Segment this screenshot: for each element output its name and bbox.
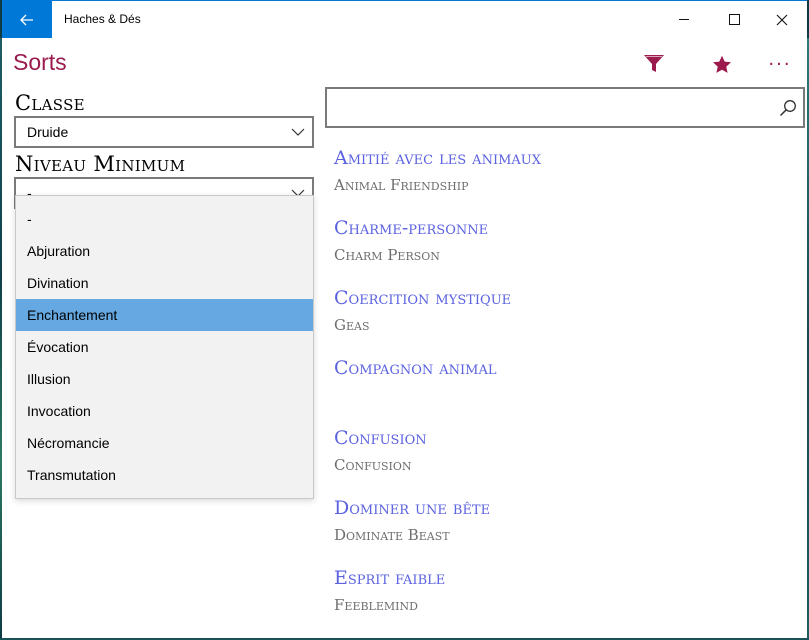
spell-item[interactable]: Dominer une bête Dominate Beast: [334, 494, 799, 564]
classe-label: Classe: [15, 91, 85, 115]
search-icon[interactable]: [779, 99, 797, 117]
spell-name: Dominer une bête: [334, 497, 491, 519]
spell-english-name: Animal Friendship: [334, 176, 469, 194]
dropdown-option-selected[interactable]: Enchantement: [16, 299, 313, 331]
filter-icon: [644, 55, 664, 72]
spell-item[interactable]: Confusion Confusion: [334, 424, 799, 494]
minimize-icon: [678, 19, 689, 20]
niveau-label: Niveau Minimum: [15, 152, 186, 176]
more-icon: ···: [768, 53, 792, 75]
search-input[interactable]: [325, 87, 805, 128]
star-icon: [713, 55, 731, 73]
app-title: Haches & Dés: [64, 12, 141, 26]
spell-name: Compagnon animal: [334, 357, 497, 379]
minimize-button[interactable]: [661, 1, 707, 38]
spell-english-name: Feeblemind: [334, 596, 418, 614]
maximize-icon: [728, 14, 740, 25]
spell-item[interactable]: Coercition mystique Geas: [334, 284, 799, 354]
spell-name: Coercition mystique: [334, 287, 512, 309]
spell-name: Amitié avec les animaux: [334, 147, 541, 169]
favorites-button[interactable]: [707, 49, 737, 79]
dropdown-option[interactable]: -: [16, 203, 313, 235]
spell-english-name: Confusion: [334, 456, 412, 474]
spell-item[interactable]: Compagnon animal: [334, 354, 799, 424]
filter-button[interactable]: [639, 49, 669, 79]
spell-name: Charme-personne: [334, 217, 489, 239]
spell-item[interactable]: Charme-personne Charm Person: [334, 214, 799, 284]
page-title: Sorts: [13, 49, 67, 75]
back-arrow-icon: [20, 14, 33, 25]
spell-english-name: Geas: [334, 316, 370, 334]
close-button[interactable]: [759, 1, 805, 38]
spell-item[interactable]: Amitié avec les animaux Animal Friendshi…: [334, 144, 799, 214]
dropdown-option[interactable]: Transmutation: [16, 459, 313, 491]
title-bar: Haches & Dés: [2, 1, 807, 38]
spell-english-name: Charm Person: [334, 246, 440, 264]
spell-item[interactable]: Esprit faible Feeblemind: [334, 564, 799, 634]
dropdown-option[interactable]: Abjuration: [16, 235, 313, 267]
spell-name: Confusion: [334, 427, 427, 449]
classe-combobox[interactable]: Druide: [14, 116, 314, 148]
dropdown-option[interactable]: Évocation: [16, 331, 313, 363]
dropdown-option[interactable]: Nécromancie: [16, 427, 313, 459]
more-button[interactable]: ···: [765, 49, 795, 79]
spell-list: Amitié avec les animaux Animal Friendshi…: [334, 144, 799, 634]
dropdown-option[interactable]: Divination: [16, 267, 313, 299]
app-window: Haches & Dés Sorts ··· Classe Druide Niv…: [2, 0, 807, 638]
spell-name: Esprit faible: [334, 567, 446, 589]
dropdown-option[interactable]: Invocation: [16, 395, 313, 427]
school-dropdown-list: - Abjuration Divination Enchantement Évo…: [15, 195, 314, 499]
dropdown-option[interactable]: Illusion: [16, 363, 313, 395]
classe-value: Druide: [27, 124, 69, 140]
back-button[interactable]: [2, 1, 52, 38]
chevron-down-icon: [291, 128, 305, 136]
spell-english-name: [334, 382, 799, 408]
spell-english-name: Dominate Beast: [334, 526, 450, 544]
maximize-button[interactable]: [711, 1, 757, 38]
close-icon: [776, 14, 788, 25]
